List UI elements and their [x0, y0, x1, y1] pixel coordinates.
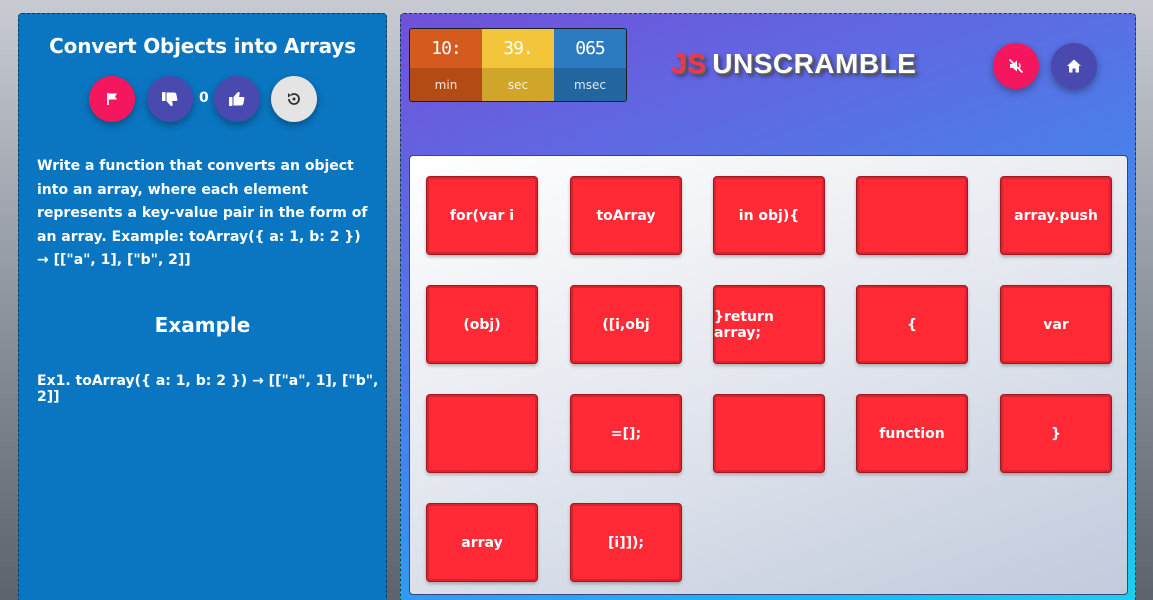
game-panel: 10: min 39. sec 065 msec JS UNSCRAMBLE f… [400, 13, 1136, 600]
code-tile[interactable]: in obj){ [713, 176, 825, 255]
code-tile[interactable] [856, 176, 968, 255]
timer-minutes-label: min [410, 68, 482, 101]
timer-minutes-value: 10: [410, 29, 482, 68]
timer: 10: min 39. sec 065 msec [409, 28, 627, 102]
code-tile[interactable]: ([i,obj [570, 285, 682, 364]
code-tile[interactable] [426, 394, 538, 473]
timer-milliseconds-label: msec [554, 68, 626, 101]
timer-seconds-value: 39. [482, 29, 554, 68]
home-icon [1066, 58, 1082, 74]
challenge-description: Write a function that converts an object… [37, 158, 368, 268]
code-tile[interactable]: } [1000, 394, 1112, 473]
like-button[interactable] [214, 76, 260, 122]
reset-button[interactable] [271, 76, 317, 122]
code-tile[interactable]: { [856, 285, 968, 364]
logo-js: JS [671, 48, 707, 79]
dislike-button[interactable] [147, 76, 193, 122]
like-count: 0 [199, 90, 209, 106]
code-tile[interactable]: var [1000, 285, 1112, 364]
tile-board: for(var i toArray in obj){ array.push (obj) (… [409, 155, 1128, 595]
volume-mute-icon [1008, 58, 1024, 74]
code-tile[interactable]: array [426, 503, 538, 582]
app-logo: JS UNSCRAMBLE [671, 48, 916, 80]
code-tile[interactable]: for(var i [426, 176, 538, 255]
flag-icon [105, 92, 119, 106]
timer-minutes: 10: min [410, 29, 482, 101]
challenge-panel: Convert Objects into Arrays 0 Write a fu… [18, 13, 387, 600]
timer-seconds: 39. sec [482, 29, 554, 101]
thumbs-up-icon [228, 90, 246, 108]
example-text: Ex1. toArray({ a: 1, b: 2 }) → [["a", 1]… [37, 373, 379, 405]
home-button[interactable] [1051, 43, 1097, 89]
code-tile[interactable] [713, 394, 825, 473]
timer-milliseconds-value: 065 [554, 29, 626, 68]
code-tile[interactable]: function [856, 394, 968, 473]
challenge-title: Convert Objects into Arrays [49, 34, 356, 58]
thumbs-down-icon [161, 90, 179, 108]
code-tile[interactable]: }return array; [713, 285, 825, 364]
example-heading: Example [154, 313, 251, 337]
code-tile[interactable]: =[]; [570, 394, 682, 473]
timer-milliseconds: 065 msec [554, 29, 626, 101]
mute-button[interactable] [993, 43, 1039, 89]
code-tile[interactable]: toArray [570, 176, 682, 255]
code-tile[interactable]: (obj) [426, 285, 538, 364]
reset-icon [285, 90, 303, 108]
logo-unscramble: UNSCRAMBLE [712, 48, 917, 79]
code-tile[interactable]: [i]]); [570, 503, 682, 582]
flag-button[interactable] [89, 76, 135, 122]
code-tile[interactable]: array.push [1000, 176, 1112, 255]
timer-seconds-label: sec [482, 68, 554, 101]
